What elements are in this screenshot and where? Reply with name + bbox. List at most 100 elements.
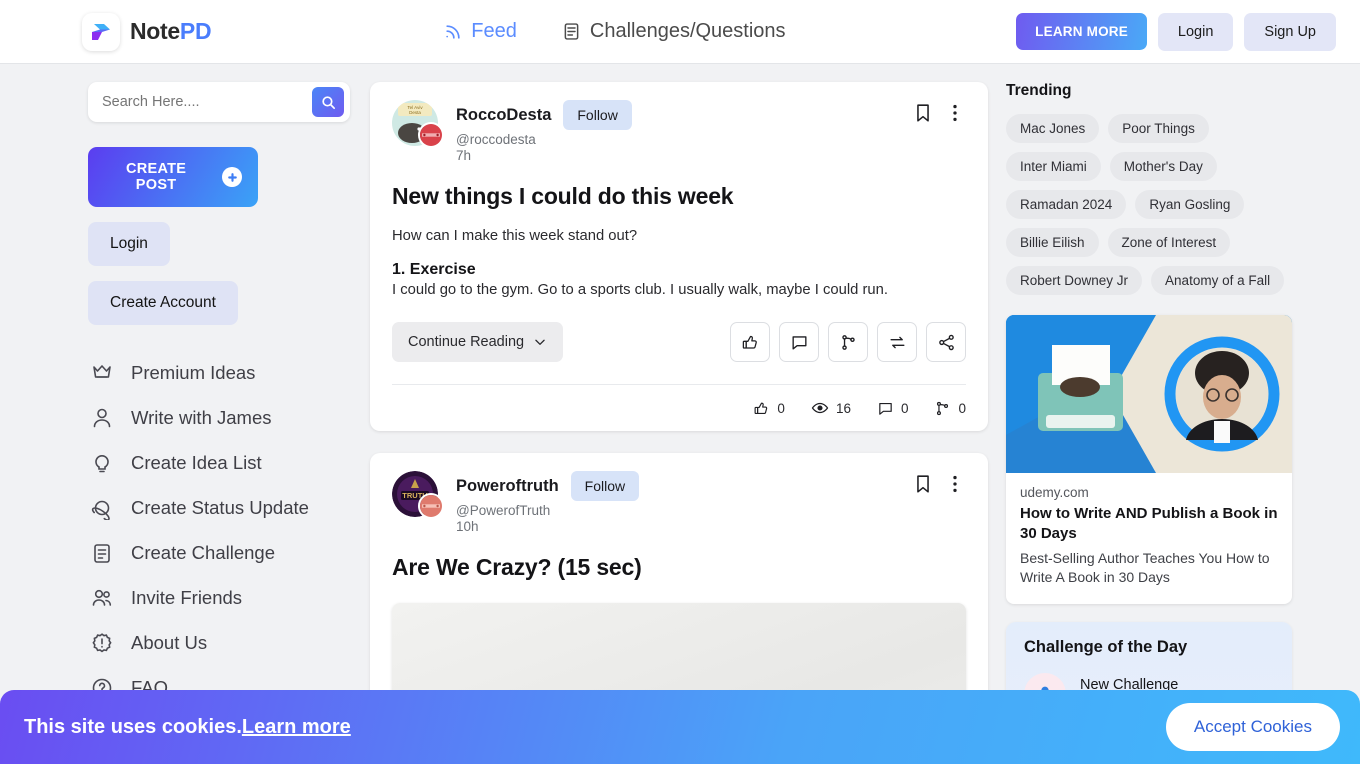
bookmark-button[interactable] [910,100,936,126]
ad-illustration [1006,315,1292,473]
like-button[interactable] [730,322,770,362]
comment-button[interactable] [779,322,819,362]
learn-more-button[interactable]: LEARN MORE [1016,13,1147,50]
accept-cookies-button[interactable]: Accept Cookies [1165,703,1340,751]
swap-arrows-icon [889,336,905,348]
sidebar-item-invite-friends[interactable]: Invite Friends [88,576,350,621]
post-action-icons [730,322,966,362]
post-author[interactable]: RoccoDesta [456,106,551,125]
cookie-text: This site uses cookies. [24,715,242,738]
branch-button[interactable] [828,322,868,362]
bookmark-icon [917,475,929,493]
sidebar-create-account-button[interactable]: Create Account [88,281,238,325]
ad-description: Best-Selling Author Teaches You How to W… [1020,549,1270,586]
app-header: NotePD Feed Challenges/Questions LEARN M… [0,0,1360,64]
sidebar-item-create-challenge[interactable]: Create Challenge [88,531,350,576]
cookie-learn-more-link[interactable]: Learn more [242,716,351,738]
crown-icon [93,365,111,378]
share-button[interactable] [926,322,966,362]
stat-comments-count: 0 [900,400,909,416]
sidebar-label-6: About Us [131,632,208,653]
trending-tag[interactable]: Inter Miami [1006,152,1101,181]
sidebar-item-write-with-james[interactable]: Write with James [88,396,350,441]
sidebar-login-button[interactable]: Login [88,222,170,266]
post-author[interactable]: Poweroftruth [456,477,559,496]
post-header: Tel Aviv Desta RoccoDesta Follow @roccod… [392,100,966,163]
bookmark-button[interactable] [910,471,936,497]
thumbs-up-icon [742,335,757,349]
continue-reading-button[interactable]: Continue Reading [392,322,564,362]
trending-tag[interactable]: Mac Jones [1006,114,1100,143]
post-title[interactable]: New things I could do this week [392,183,966,210]
trending-tag[interactable]: Robert Downey Jr [1006,266,1143,295]
search-input[interactable] [102,94,312,110]
trending-tag[interactable]: Anatomy of a Fall [1151,266,1285,295]
create-post-button[interactable]: CREATE POST [88,147,258,207]
avatar-group[interactable]: Tel Aviv Desta [392,100,448,148]
badge-icon [420,124,442,146]
post-header: TRUTH Poweroftruth Follow @PowerofTruth … [392,471,966,534]
logo-text: NotePD [130,18,212,45]
ad-card[interactable]: udemy.com How to Write AND Publish a Boo… [1006,315,1292,605]
sidebar-item-premium-ideas[interactable]: Premium Ideas [88,351,350,396]
ad-title[interactable]: How to Write AND Publish a Book in 30 Da… [1020,504,1278,544]
sidebar-label-1: Write with James [131,407,272,428]
header-actions: LEARN MORE Login Sign Up [1016,12,1336,51]
logo[interactable]: NotePD [82,12,212,51]
feed-column: Tel Aviv Desta RoccoDesta Follow @roccod… [370,64,988,764]
stat-branches: 0 [934,399,966,417]
sidebar-item-about-us[interactable]: About Us [88,621,350,666]
challenge-title: Challenge of the Day [1024,638,1188,657]
sidebar-item-create-status-update[interactable]: Create Status Update [88,486,350,531]
stat-views-count: 16 [835,400,851,416]
post-handle: @roccodesta [456,132,536,147]
follow-button[interactable]: Follow [563,100,632,130]
post-header-actions [910,100,966,126]
ad-domain: udemy.com [1020,485,1089,500]
post-title[interactable]: Are We Crazy? (15 sec) [392,554,966,581]
nav-item-challenges[interactable]: Challenges/Questions [561,20,786,43]
sidebar: CREATE POST Login Create Account Premium… [0,64,370,764]
branch-icon [841,334,855,350]
avatar-group[interactable]: TRUTH [392,471,448,519]
comment-icon [879,402,892,415]
post-timestamp: 7h [456,148,472,163]
eye-icon [811,402,829,414]
sidebar-label-4: Create Challenge [131,542,275,563]
trending-tag[interactable]: Poor Things [1108,114,1209,143]
stat-likes: 0 [753,399,785,417]
more-options-button[interactable] [944,100,966,126]
plus-glyph-icon [227,172,237,182]
trending-tag[interactable]: Ryan Gosling [1135,190,1245,219]
continue-reading-label: Continue Reading [408,334,525,350]
more-vertical-icon [953,104,957,122]
post-actions: Continue Reading [392,322,966,362]
badge-icon [420,495,442,517]
search-button[interactable] [312,87,344,117]
sidebar-item-create-idea-list[interactable]: Create Idea List [88,441,350,486]
stat-comments: 0 [877,399,909,417]
trending-tag[interactable]: Billie Eilish [1006,228,1099,257]
post-stats: 0 16 0 0 [392,384,966,417]
follow-button[interactable]: Follow [570,471,640,501]
rss-icon [446,24,460,39]
lightbulb-icon [95,455,109,473]
trending-tag[interactable]: Ramadan 2024 [1006,190,1127,219]
stat-views: 16 [811,399,851,417]
create-post-label: CREATE POST [125,161,187,193]
post-author-row: RoccoDesta Follow [456,100,632,130]
thumbs-up-icon [754,402,768,414]
stat-likes-count: 0 [777,400,785,416]
people-icon [92,589,112,606]
header-login-button[interactable]: Login [1157,12,1234,51]
nav-item-feed[interactable]: Feed [443,20,517,43]
trending-tag[interactable]: Zone of Interest [1107,228,1231,257]
post-meta: Poweroftruth Follow @PowerofTruth 10h [456,471,640,534]
trending-tag[interactable]: Mother's Day [1109,152,1217,181]
repost-button[interactable] [877,322,917,362]
more-options-button[interactable] [944,471,966,497]
stat-branches-count: 0 [958,400,966,416]
arrow-logo-icon [92,23,110,40]
sidebar-label-3: Create Status Update [131,497,309,518]
header-signup-button[interactable]: Sign Up [1244,12,1336,51]
